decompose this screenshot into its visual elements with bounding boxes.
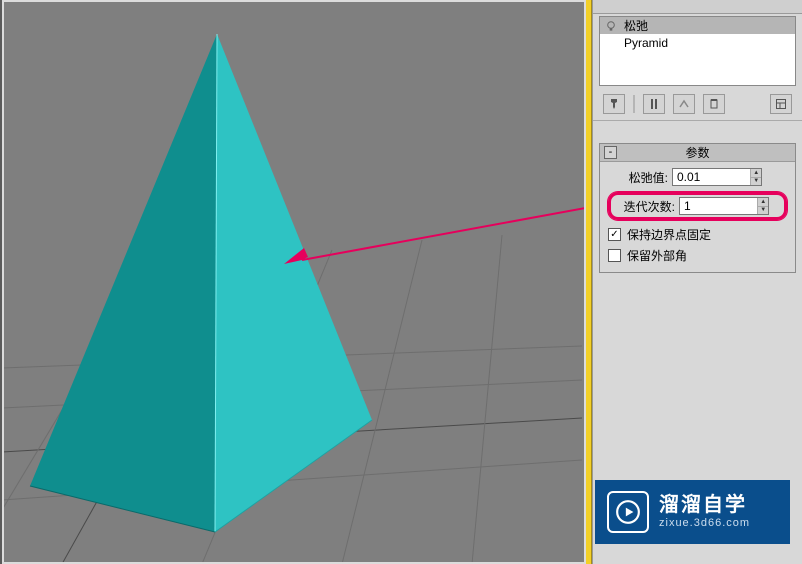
pyramid-object[interactable]: [2, 0, 582, 564]
blank-icon: [604, 36, 618, 50]
watermark-badge: 溜溜自学 zixue.3d66.com: [595, 480, 790, 544]
relax-value-input[interactable]: [673, 169, 750, 185]
keep-corners-label: 保留外部角: [627, 247, 687, 264]
show-end-result-button[interactable]: [643, 94, 665, 114]
viewport-3d[interactable]: x y z: [0, 0, 586, 564]
pin-stack-button[interactable]: [603, 94, 625, 114]
watermark-url: zixue.3d66.com: [659, 517, 750, 530]
make-unique-button[interactable]: [673, 94, 695, 114]
lightbulb-icon: [604, 19, 618, 33]
stack-item-label: Pyramid: [624, 36, 668, 50]
rollout-toggle-icon[interactable]: -: [604, 146, 617, 159]
iterations-spinner[interactable]: ▲▼: [679, 197, 769, 215]
spinner-arrows[interactable]: ▲▼: [750, 169, 761, 185]
stack-header: [593, 0, 802, 14]
rollout-header[interactable]: - 参数: [600, 144, 795, 162]
iterations-label: 迭代次数:: [615, 198, 675, 215]
remove-modifier-button[interactable]: [703, 94, 725, 114]
chevron-down-icon[interactable]: ▼: [751, 178, 761, 186]
chevron-up-icon[interactable]: ▲: [751, 169, 761, 178]
iterations-highlight: 迭代次数: ▲▼: [608, 192, 787, 220]
chevron-down-icon[interactable]: ▼: [758, 207, 768, 215]
iterations-row: 迭代次数: ▲▼: [615, 197, 780, 215]
keep-boundary-row[interactable]: ✓ 保持边界点固定: [608, 226, 787, 243]
keep-corners-checkbox[interactable]: [608, 249, 621, 262]
stack-item-label: 松弛: [624, 17, 648, 34]
keep-boundary-label: 保持边界点固定: [627, 226, 711, 243]
parameters-rollout: - 参数 松弛值: ▲▼ 迭代次数: ▲▼: [599, 143, 796, 273]
stack-item-relax[interactable]: 松弛: [600, 17, 795, 34]
watermark-title: 溜溜自学: [659, 493, 750, 517]
app-root: x y z 松弛 Pyramid: [0, 0, 802, 564]
stack-item-pyramid[interactable]: Pyramid: [600, 34, 795, 51]
watermark-logo-icon: [607, 491, 649, 533]
iterations-input[interactable]: [680, 198, 757, 214]
modifier-stack[interactable]: 松弛 Pyramid: [599, 16, 796, 86]
stack-toolbar: [593, 92, 802, 121]
spinner-arrows[interactable]: ▲▼: [757, 198, 768, 214]
relax-value-spinner[interactable]: ▲▼: [672, 168, 762, 186]
toolbar-separator: [633, 95, 635, 113]
chevron-up-icon[interactable]: ▲: [758, 198, 768, 207]
relax-value-row: 松弛值: ▲▼: [608, 168, 787, 186]
keep-corners-row[interactable]: 保留外部角: [608, 247, 787, 264]
keep-boundary-checkbox[interactable]: ✓: [608, 228, 621, 241]
relax-value-label: 松弛值:: [608, 169, 668, 186]
configure-sets-button[interactable]: [770, 94, 792, 114]
rollout-title: 参数: [600, 144, 795, 161]
